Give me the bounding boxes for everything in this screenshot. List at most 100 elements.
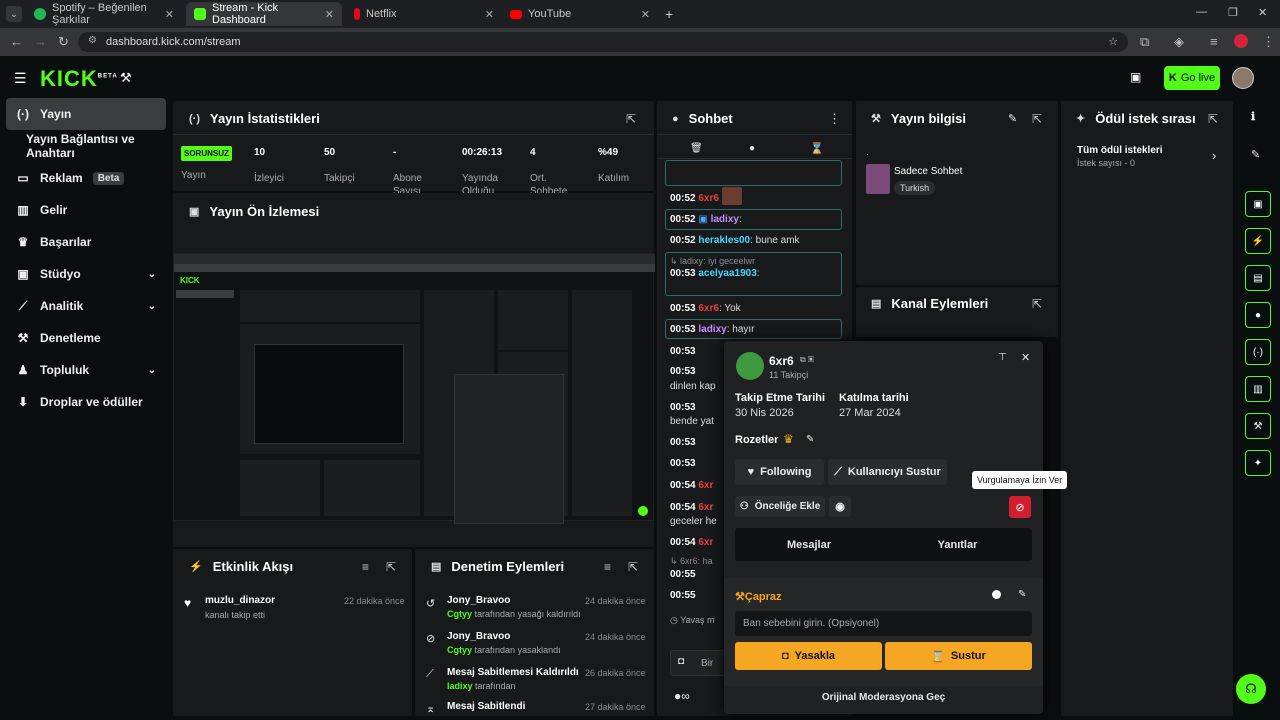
ban-reason-input[interactable]: Ban sebebini girin. (Opsiyonel) [735, 611, 1032, 636]
bookmark-star-icon[interactable]: ☆ [1108, 35, 1118, 48]
chat-line[interactable]: 00:54 6xr [670, 537, 713, 548]
address-bar[interactable]: ⚙ dashboard.kick.com/stream ☆ [78, 32, 1128, 52]
hamburger-icon[interactable]: ☰ [14, 70, 27, 87]
filter-icon[interactable]: ≡ [362, 560, 369, 574]
popout-icon[interactable]: ⇱ [1032, 297, 1042, 311]
back-icon[interactable]: ← [10, 34, 23, 49]
filter-icon[interactable]: ≡ [604, 560, 611, 574]
mute-user-button[interactable]: ⟋ Kullanıcıyı Sustur [828, 459, 947, 485]
chat-line[interactable]: 00:54 6xr [670, 502, 713, 513]
theater-icon[interactable]: ▣ [1130, 70, 1141, 84]
sidebar-item-droplar[interactable]: ⬇ Droplar ve ödüller [6, 386, 166, 418]
chat-line[interactable]: 00:53 acelyaa1903: [670, 268, 760, 279]
shield-icon[interactable]: ◈ [1174, 34, 1184, 50]
language-tag[interactable]: Turkish [894, 181, 936, 195]
following-button[interactable]: ♥ Following [735, 459, 824, 485]
rail-moderation-button[interactable]: ▤ [1245, 265, 1271, 291]
new-tab-button[interactable]: + [665, 6, 673, 22]
rail-activity-button[interactable]: ⚡ [1245, 228, 1271, 254]
chat-line[interactable]: 00:52 herakles00: bune amk [670, 235, 800, 246]
add-priority-button[interactable]: ⚇ Önceliğe Ekle [735, 496, 825, 517]
kick-logo[interactable]: KICKBETA [40, 66, 118, 92]
eye-icon[interactable]: ◉ [829, 496, 851, 517]
forward-icon[interactable]: → [34, 34, 47, 49]
trash-icon[interactable]: 🗑 [690, 143, 703, 154]
edit-pencil-icon[interactable]: ✎ [806, 434, 814, 445]
window-close-button[interactable]: ✕ [1258, 6, 1267, 19]
hourglass-icon[interactable]: ⌛ [810, 142, 824, 155]
close-icon[interactable]: ✕ [1021, 351, 1030, 364]
rail-streaminfo-button[interactable]: ⚒ [1245, 413, 1271, 439]
chat-line[interactable]: 00:53 [670, 346, 696, 357]
tab-youtube[interactable]: YouTube ✕ [502, 2, 658, 26]
chat-settings-icon[interactable]: ● [749, 143, 755, 154]
tab-spotify[interactable]: Spotify – Beğenilen Şarkılar ✕ [26, 2, 182, 26]
restore-button[interactable]: ❐ [1228, 6, 1238, 19]
chat-menu-icon[interactable]: ⋮ [828, 111, 841, 127]
rail-chat-button[interactable]: ● [1245, 302, 1271, 328]
rail-stats-button[interactable]: (·) [1245, 339, 1271, 365]
wrench-icon[interactable]: ⚒ [120, 70, 132, 86]
popout-icon[interactable]: ⇱ [628, 560, 638, 574]
pin-icon[interactable]: ⊤ [998, 352, 1007, 363]
sidebar-item-stream-key[interactable]: Yayın Bağlantısı ve Anahtarı [6, 130, 172, 162]
rail-rewards-button[interactable]: ✦ [1245, 450, 1271, 476]
sidebar-item-analitik[interactable]: ⟋ Analitik ⌄ [6, 290, 166, 322]
chat-line[interactable]: 00:53 ladixy: hayır [670, 324, 755, 335]
chat-line[interactable]: 00:55 [670, 569, 696, 580]
mod-target[interactable]: Jony_Bravoo [447, 631, 510, 642]
mod-target[interactable]: Jony_Bravoo [447, 595, 510, 606]
popout-icon[interactable]: ⇱ [386, 560, 396, 574]
allow-highlight-button[interactable]: ⊘ [1009, 496, 1031, 518]
sidebar-item-denetleme[interactable]: ⚒ Denetleme [6, 322, 166, 354]
extensions-icon[interactable]: ⧉ [1140, 34, 1149, 50]
tab-kick-dashboard[interactable]: Stream - Kick Dashboard ✕ [186, 2, 342, 26]
tab-messages[interactable]: Mesajlar [735, 528, 883, 561]
tab-replies[interactable]: Yanıtlar [883, 528, 1032, 561]
info-icon[interactable]: ℹ [1251, 110, 1255, 123]
help-headset-icon[interactable]: ☊ [1236, 674, 1266, 704]
chat-line[interactable]: 00:53 6xr6: Yok [670, 303, 741, 314]
chat-line[interactable]: 00:52 ▣ ladixy: [670, 214, 742, 225]
copy-icon[interactable]: ⧉ ▣ [800, 355, 814, 365]
rail-channel-button[interactable]: ▥ [1245, 376, 1271, 402]
category-thumbnail[interactable] [866, 164, 890, 194]
chat-line[interactable]: 00:53 [670, 437, 696, 448]
close-icon[interactable]: ✕ [641, 8, 650, 21]
popout-icon[interactable]: ⇱ [626, 112, 636, 126]
sidebar-item-yayin[interactable]: (·) Yayın [6, 98, 166, 130]
sidebar-item-topluluk[interactable]: ♟ Topluluk ⌄ [6, 354, 166, 386]
switch-moderation-link[interactable]: Orijinal Moderasyona Geç [724, 688, 1043, 706]
chat-tools-icon[interactable]: ●∞ [674, 689, 690, 703]
close-icon[interactable]: ✕ [325, 8, 334, 21]
user-avatar[interactable] [1232, 67, 1254, 89]
sidebar-item-reklam[interactable]: ▭ Reklam Beta [6, 162, 166, 194]
menu-kebab-icon[interactable]: ⋮ [1262, 34, 1275, 50]
mute-button[interactable]: ⌛ Sustur [885, 642, 1032, 670]
go-live-button[interactable]: K Go live [1164, 66, 1220, 90]
ban-button[interactable]: ◘ Yasakla [735, 642, 882, 670]
popout-icon[interactable]: ⇱ [1208, 112, 1218, 126]
rail-preview-button[interactable]: ▣ [1245, 191, 1271, 217]
reload-icon[interactable]: ↻ [58, 34, 69, 50]
chevron-right-icon[interactable]: › [1212, 148, 1216, 163]
activity-user[interactable]: muzlu_dinazor [205, 595, 275, 606]
close-icon[interactable]: ✕ [165, 8, 174, 21]
toggle-dot[interactable] [992, 590, 1001, 599]
popout-icon[interactable]: ⇱ [1032, 112, 1042, 126]
media-icon[interactable]: ≡ [1210, 34, 1218, 49]
tab-netflix[interactable]: Netflix ✕ [346, 2, 502, 26]
edit-pencil-icon[interactable]: ✎ [1018, 589, 1026, 600]
sidebar-item-basarilar[interactable]: ♛ Başarılar [6, 226, 166, 258]
chat-line[interactable]: 00:54 6xr [670, 480, 713, 491]
edit-pencil-icon[interactable]: ✎ [1008, 112, 1017, 125]
site-info-icon[interactable]: ⚙ [88, 35, 97, 46]
chat-line[interactable]: 00:52 6xr6 [670, 193, 719, 204]
sidebar-item-studyo[interactable]: ▣ Stüdyo ⌄ [6, 258, 166, 290]
chat-line[interactable]: 00:53 [670, 458, 696, 469]
stream-preview-video[interactable]: KICK [173, 253, 655, 524]
all-rewards-row[interactable]: Tüm ödül istekleri [1077, 145, 1163, 156]
chat-line[interactable]: 00:53 [670, 402, 696, 413]
edit-pencil-icon[interactable]: ✎ [1251, 148, 1260, 161]
tab-search-button[interactable]: ⌄ [6, 6, 22, 22]
